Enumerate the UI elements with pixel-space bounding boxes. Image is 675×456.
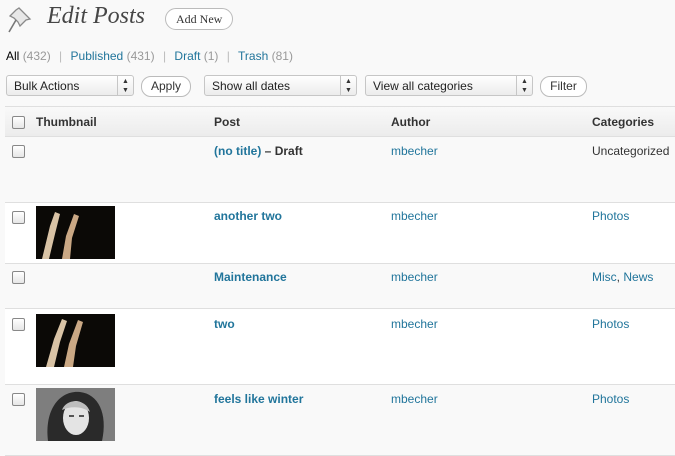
author-link[interactable]: mbecher	[391, 270, 438, 284]
select-all-checkbox[interactable]	[12, 116, 25, 129]
post-title-link[interactable]: feels like winter	[214, 392, 303, 406]
thumbnail-image[interactable]	[36, 206, 115, 259]
filter-draft-count: (1)	[203, 49, 219, 63]
table-row: (no title) – Draft mbecher Uncategorized	[5, 137, 675, 203]
filter-trash[interactable]: Trash	[238, 49, 268, 63]
author-link[interactable]: mbecher	[391, 392, 438, 406]
bulk-actions-select[interactable]: Bulk Actions ▲ ▼	[6, 75, 134, 96]
pushpin-icon	[8, 7, 32, 33]
categories-value: View all categories	[373, 79, 473, 93]
filter-button[interactable]: Filter	[540, 76, 587, 97]
dates-select[interactable]: Show all dates ▲ ▼	[204, 75, 357, 96]
category-link[interactable]: Photos	[592, 317, 629, 331]
filter-published[interactable]: Published	[71, 49, 124, 63]
category-link[interactable]: News	[623, 270, 653, 284]
table-row: another two mbecher Photos	[5, 203, 675, 264]
row-checkbox[interactable]	[12, 318, 25, 331]
author-link[interactable]: mbecher	[391, 209, 438, 223]
filter-all[interactable]: All	[6, 49, 19, 63]
post-title-cell: (no title) – Draft	[214, 144, 303, 158]
bulk-actions-value: Bulk Actions	[14, 79, 80, 93]
category-link[interactable]: Photos	[592, 209, 629, 223]
post-title-link[interactable]: (no title)	[214, 144, 261, 158]
add-new-button[interactable]: Add New	[165, 8, 234, 30]
column-post[interactable]: Post	[214, 115, 240, 129]
author-link[interactable]: mbecher	[391, 144, 438, 158]
filter-all-count: (432)	[22, 49, 51, 63]
row-checkbox[interactable]	[12, 393, 25, 406]
column-author[interactable]: Author	[391, 115, 430, 129]
post-title-link[interactable]: Maintenance	[214, 270, 287, 284]
select-arrows-icon: ▲ ▼	[340, 76, 356, 96]
filter-trash-count: (81)	[271, 49, 293, 63]
thumbnail-image[interactable]	[36, 388, 115, 441]
select-arrows-icon: ▲ ▼	[117, 76, 133, 96]
filter-draft[interactable]: Draft	[174, 49, 200, 63]
column-thumbnail[interactable]: Thumbnail	[36, 115, 97, 129]
post-title-link[interactable]: two	[214, 317, 235, 331]
posts-table: Thumbnail Post Author Categories (no tit…	[5, 106, 675, 456]
dates-value: Show all dates	[212, 79, 291, 93]
page-title: Edit Posts	[47, 3, 146, 29]
row-checkbox[interactable]	[12, 145, 25, 158]
category-text: Uncategorized	[592, 144, 670, 158]
select-arrows-icon: ▲ ▼	[516, 76, 532, 96]
apply-button[interactable]: Apply	[141, 76, 191, 97]
filter-published-count: (431)	[126, 49, 155, 63]
categories-cell: Misc, News	[592, 270, 653, 284]
row-checkbox[interactable]	[12, 211, 25, 224]
post-state: Draft	[274, 144, 303, 158]
status-filter-links: All (432) | Published (431) | Draft (1) …	[6, 49, 293, 63]
table-row: feels like winter mbecher Photos	[5, 385, 675, 456]
author-link[interactable]: mbecher	[391, 317, 438, 331]
post-title-link[interactable]: another two	[214, 209, 282, 223]
categories-select[interactable]: View all categories ▲ ▼	[365, 75, 533, 96]
category-separator: ,	[616, 270, 621, 284]
column-categories[interactable]: Categories	[592, 115, 654, 129]
row-checkbox[interactable]	[12, 271, 25, 284]
state-separator: –	[264, 144, 272, 158]
table-header: Thumbnail Post Author Categories	[5, 107, 675, 137]
table-row: two mbecher Photos	[5, 309, 675, 385]
category-link[interactable]: Misc	[592, 270, 617, 284]
thumbnail-image[interactable]	[36, 314, 115, 367]
table-row: Maintenance mbecher Misc, News	[5, 264, 675, 309]
category-link[interactable]: Photos	[592, 392, 629, 406]
